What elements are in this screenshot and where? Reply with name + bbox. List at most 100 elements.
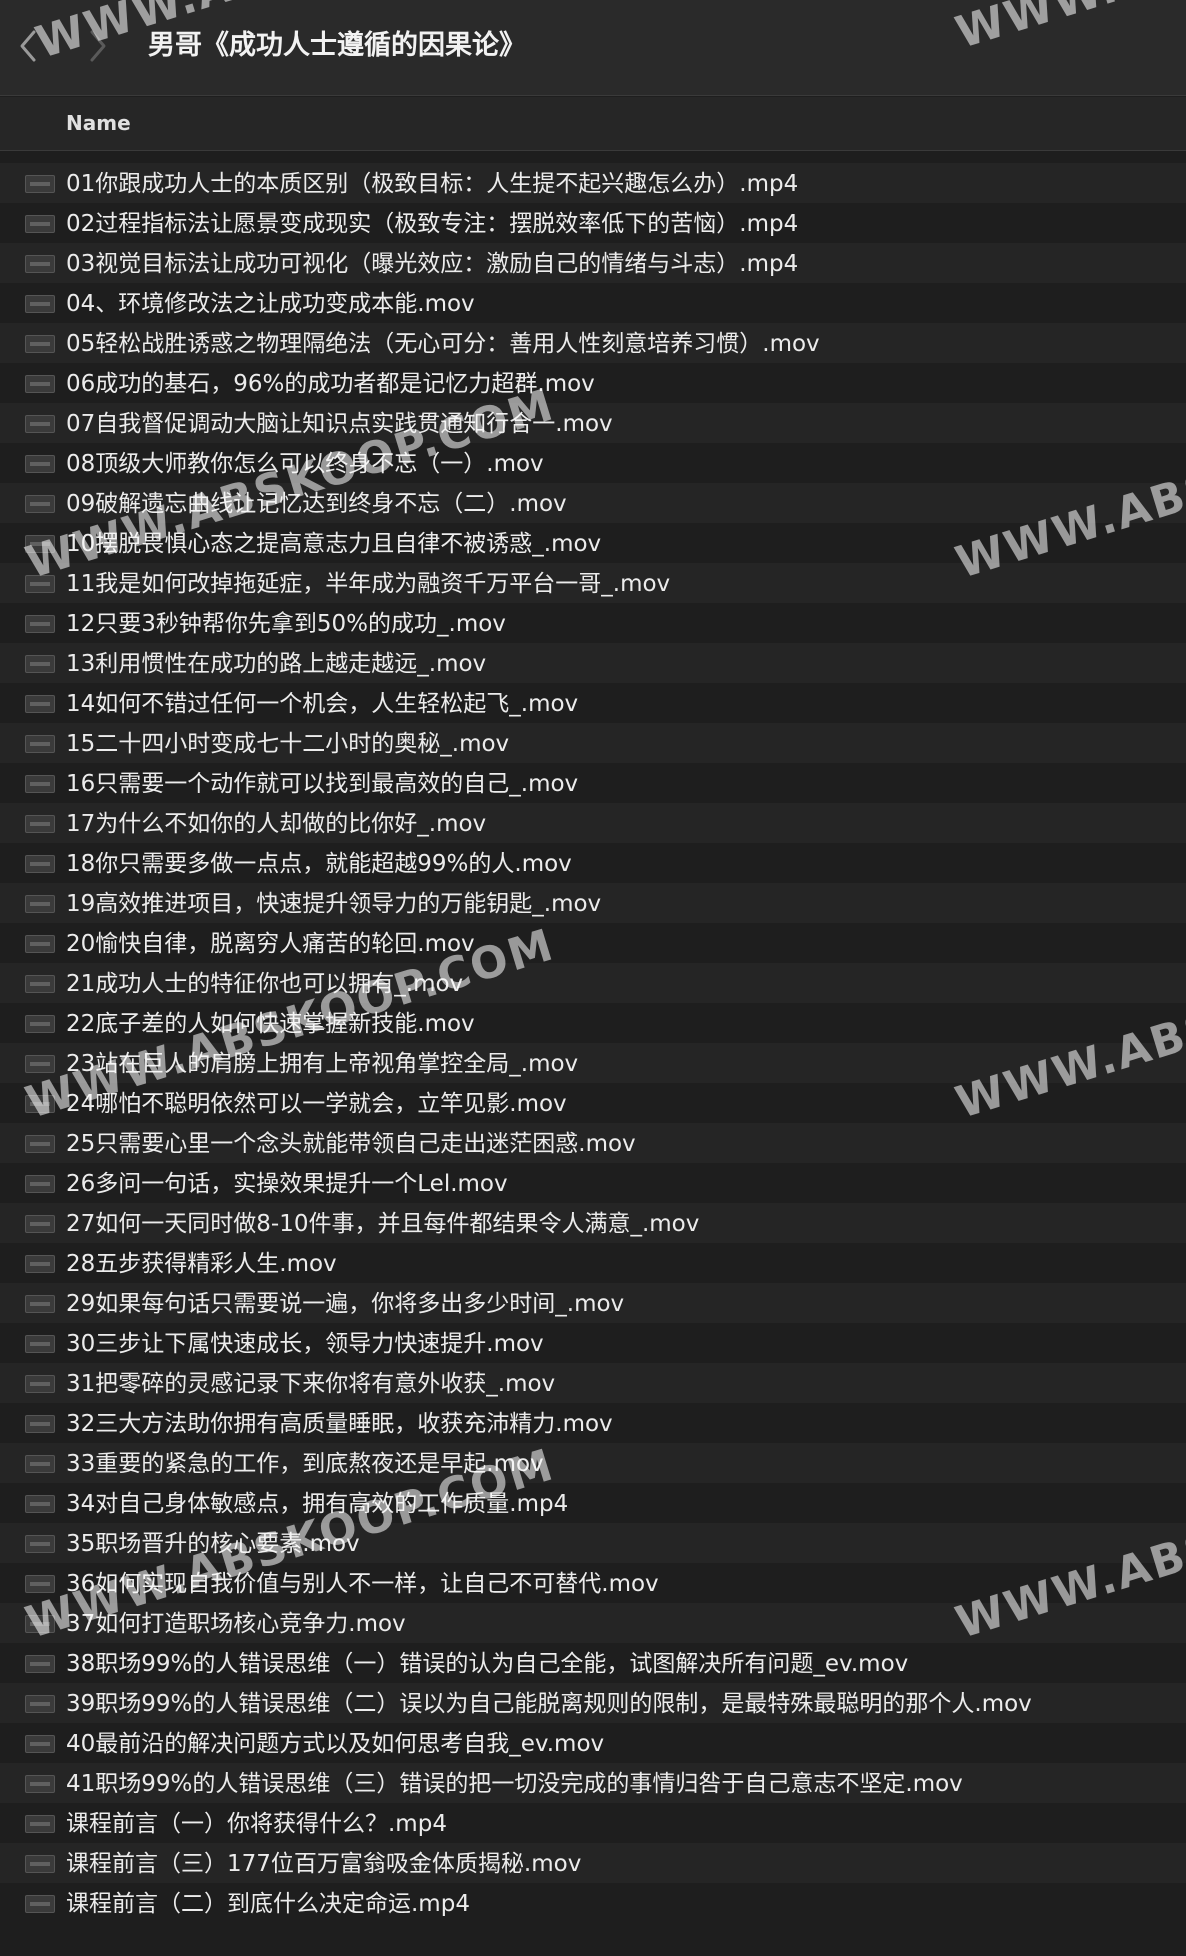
file-row[interactable]: 17为什么不如你的人却做的比你好_.mov (0, 803, 1186, 843)
file-row[interactable]: 05轻松战胜诱惑之物理隔绝法（无心可分：善用人性刻意培养习惯）.mov (0, 323, 1186, 363)
file-name: 31把零碎的灵感记录下来你将有意外收获_.mov (66, 1371, 556, 1397)
file-row[interactable]: 37如何打造职场核心竞争力.mov (0, 1603, 1186, 1643)
file-name: 20愉快自律，脱离穷人痛苦的轮回.mov (66, 931, 475, 957)
file-name: 36如何实现自我价值与别人不一样，让自己不可替代.mov (66, 1571, 659, 1597)
name-column-header[interactable]: Name (66, 111, 131, 135)
file-row[interactable]: 01你跟成功人士的本质区别（极致目标：人生提不起兴趣怎么办）.mp4 (0, 163, 1186, 203)
video-thumbnail-icon (25, 1135, 55, 1153)
video-thumbnail-icon (25, 1095, 55, 1113)
video-thumbnail-icon (25, 935, 55, 953)
file-name: 07自我督促调动大脑让知识点实践贯通知行合一.mov (66, 411, 613, 437)
file-name: 14如何不错过任何一个机会，人生轻松起飞_.mov (66, 691, 579, 717)
video-thumbnail-icon (25, 455, 55, 473)
file-name: 10摆脱畏惧心态之提高意志力且自律不被诱惑_.mov (66, 531, 602, 557)
file-name: 28五步获得精彩人生.mov (66, 1251, 337, 1277)
file-list: 01你跟成功人士的本质区别（极致目标：人生提不起兴趣怎么办）.mp4 02过程指标… (0, 163, 1186, 1923)
file-name: 04、环境修改法之让成功变成本能.mov (66, 291, 475, 317)
video-thumbnail-icon (25, 1175, 55, 1193)
video-thumbnail-icon (25, 1215, 55, 1233)
file-name: 33重要的紧急的工作，到底熬夜还是早起.mov (66, 1451, 544, 1477)
file-row[interactable]: 39职场99%的人错误思维（二）误以为自己能脱离规则的限制，是最特殊最聪明的那个… (0, 1683, 1186, 1723)
file-row[interactable]: 06成功的基石，96%的成功者都是记忆力超群.mov (0, 363, 1186, 403)
file-row[interactable]: 10摆脱畏惧心态之提高意志力且自律不被诱惑_.mov (0, 523, 1186, 563)
file-row[interactable]: 28五步获得精彩人生.mov (0, 1243, 1186, 1283)
file-row[interactable]: 27如何一天同时做8-10件事，并且每件都结果令人满意_.mov (0, 1203, 1186, 1243)
chevron-right-icon (90, 30, 106, 62)
forward-button[interactable] (78, 22, 118, 70)
file-row[interactable]: 02过程指标法让愿景变成现实（极致专注：摆脱效率低下的苦恼）.mp4 (0, 203, 1186, 243)
file-row[interactable]: 11我是如何改掉拖延症，半年成为融资千万平台一哥_.mov (0, 563, 1186, 603)
file-row[interactable]: 19高效推进项目，快速提升领导力的万能钥匙_.mov (0, 883, 1186, 923)
file-row[interactable]: 26多问一句话，实操效果提升一个Lel.mov (0, 1163, 1186, 1203)
video-thumbnail-icon (25, 695, 55, 713)
file-name: 02过程指标法让愿景变成现实（极致专注：摆脱效率低下的苦恼）.mp4 (66, 211, 799, 237)
file-name: 13利用惯性在成功的路上越走越远_.mov (66, 651, 487, 677)
file-row[interactable]: 08顶级大师教你怎么可以终身不忘（一）.mov (0, 443, 1186, 483)
file-name: 课程前言（二）到底什么决定命运.mp4 (66, 1891, 470, 1917)
video-thumbnail-icon (25, 895, 55, 913)
file-row[interactable]: 34对自己身体敏感点，拥有高效的工作质量.mp4 (0, 1483, 1186, 1523)
file-row[interactable]: 40最前沿的解决问题方式以及如何思考自我_ev.mov (0, 1723, 1186, 1763)
file-row[interactable]: 36如何实现自我价值与别人不一样，让自己不可替代.mov (0, 1563, 1186, 1603)
file-row[interactable]: 25只需要心里一个念头就能带领自己走出迷茫困惑.mov (0, 1123, 1186, 1163)
video-thumbnail-icon (25, 1775, 55, 1793)
video-thumbnail-icon (25, 1895, 55, 1913)
file-row[interactable]: 35职场晋升的核心要素.mov (0, 1523, 1186, 1563)
file-row[interactable]: 20愉快自律，脱离穷人痛苦的轮回.mov (0, 923, 1186, 963)
file-row[interactable]: 23站在巨人的肩膀上拥有上帝视角掌控全局_.mov (0, 1043, 1186, 1083)
video-thumbnail-icon (25, 1015, 55, 1033)
file-name: 01你跟成功人士的本质区别（极致目标：人生提不起兴趣怎么办）.mp4 (66, 171, 799, 197)
file-name: 21成功人士的特征你也可以拥有_.mov (66, 971, 464, 997)
file-row[interactable]: 13利用惯性在成功的路上越走越远_.mov (0, 643, 1186, 683)
file-name: 09破解遗忘曲线让记忆达到终身不忘（二）.mov (66, 491, 567, 517)
file-name: 06成功的基石，96%的成功者都是记忆力超群.mov (66, 371, 595, 397)
file-name: 38职场99%的人错误思维（一）错误的认为自己全能，试图解决所有问题_ev.mo… (66, 1651, 909, 1677)
video-thumbnail-icon (25, 495, 55, 513)
file-name: 39职场99%的人错误思维（二）误以为自己能脱离规则的限制，是最特殊最聪明的那个… (66, 1691, 1032, 1717)
video-thumbnail-icon (25, 575, 55, 593)
file-name: 课程前言（一）你将获得什么？.mp4 (66, 1811, 447, 1837)
file-name: 16只需要一个动作就可以找到最高效的自己_.mov (66, 771, 579, 797)
video-thumbnail-icon (25, 1735, 55, 1753)
video-thumbnail-icon (25, 1295, 55, 1313)
file-name: 35职场晋升的核心要素.mov (66, 1531, 360, 1557)
video-thumbnail-icon (25, 975, 55, 993)
file-row[interactable]: 04、环境修改法之让成功变成本能.mov (0, 283, 1186, 323)
file-name: 34对自己身体敏感点，拥有高效的工作质量.mp4 (66, 1491, 569, 1517)
video-thumbnail-icon (25, 1655, 55, 1673)
file-row[interactable]: 22底子差的人如何快速掌握新技能.mov (0, 1003, 1186, 1043)
file-row[interactable]: 41职场99%的人错误思维（三）错误的把一切没完成的事情归咎于自己意志不坚定.m… (0, 1763, 1186, 1803)
video-thumbnail-icon (25, 335, 55, 353)
file-row[interactable]: 07自我督促调动大脑让知识点实践贯通知行合一.mov (0, 403, 1186, 443)
file-name: 17为什么不如你的人却做的比你好_.mov (66, 811, 487, 837)
file-row[interactable]: 21成功人士的特征你也可以拥有_.mov (0, 963, 1186, 1003)
file-name: 41职场99%的人错误思维（三）错误的把一切没完成的事情归咎于自己意志不坚定.m… (66, 1771, 963, 1797)
file-row[interactable]: 18你只需要多做一点点，就能超越99%的人.mov (0, 843, 1186, 883)
file-row[interactable]: 29如果每句话只需要说一遍，你将多出多少时间_.mov (0, 1283, 1186, 1323)
file-row[interactable]: 课程前言（二）到底什么决定命运.mp4 (0, 1883, 1186, 1923)
file-row[interactable]: 09破解遗忘曲线让记忆达到终身不忘（二）.mov (0, 483, 1186, 523)
file-name: 32三大方法助你拥有高质量睡眠，收获充沛精力.mov (66, 1411, 613, 1437)
video-thumbnail-icon (25, 1255, 55, 1273)
file-row[interactable]: 33重要的紧急的工作，到底熬夜还是早起.mov (0, 1443, 1186, 1483)
video-thumbnail-icon (25, 1695, 55, 1713)
file-name: 25只需要心里一个念头就能带领自己走出迷茫困惑.mov (66, 1131, 636, 1157)
file-row[interactable]: 课程前言（一）你将获得什么？.mp4 (0, 1803, 1186, 1843)
file-row[interactable]: 12只要3秒钟帮你先拿到50%的成功_.mov (0, 603, 1186, 643)
file-row[interactable]: 16只需要一个动作就可以找到最高效的自己_.mov (0, 763, 1186, 803)
file-row[interactable]: 15二十四小时变成七十二小时的奥秘_.mov (0, 723, 1186, 763)
file-row[interactable]: 38职场99%的人错误思维（一）错误的认为自己全能，试图解决所有问题_ev.mo… (0, 1643, 1186, 1683)
file-name: 12只要3秒钟帮你先拿到50%的成功_.mov (66, 611, 506, 637)
file-row[interactable]: 课程前言（三）177位百万富翁吸金体质揭秘.mov (0, 1843, 1186, 1883)
file-row[interactable]: 30三步让下属快速成长，领导力快速提升.mov (0, 1323, 1186, 1363)
window-title: 男哥《成功人士遵循的因果论》 (148, 30, 526, 61)
file-row[interactable]: 14如何不错过任何一个机会，人生轻松起飞_.mov (0, 683, 1186, 723)
file-row[interactable]: 32三大方法助你拥有高质量睡眠，收获充沛精力.mov (0, 1403, 1186, 1443)
video-thumbnail-icon (25, 175, 55, 193)
file-row[interactable]: 24哪怕不聪明依然可以一学就会，立竿见影.mov (0, 1083, 1186, 1123)
file-row[interactable]: 03视觉目标法让成功可视化（曝光效应：激励自己的情绪与斗志）.mp4 (0, 243, 1186, 283)
video-thumbnail-icon (25, 1535, 55, 1553)
file-row[interactable]: 31把零碎的灵感记录下来你将有意外收获_.mov (0, 1363, 1186, 1403)
file-name: 18你只需要多做一点点，就能超越99%的人.mov (66, 851, 572, 877)
back-button[interactable] (8, 22, 48, 70)
